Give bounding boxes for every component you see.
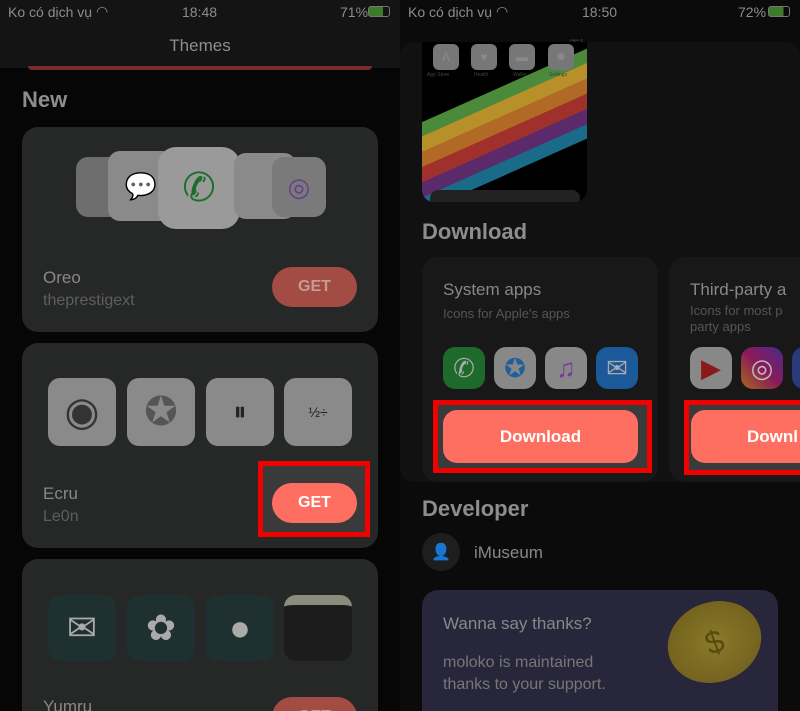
coin-icon: $ xyxy=(656,588,773,696)
time: 18:48 xyxy=(182,4,218,20)
banner-edge xyxy=(28,66,372,70)
youtube-icon: ▶ xyxy=(690,347,732,389)
right-screen: Ko có dịch vụ ◠ 18:50 72% Themes A ♥ ▬ ✹… xyxy=(400,0,800,711)
instagram-icon: ◎ xyxy=(741,347,783,389)
theme-author: theprestigext xyxy=(43,292,135,309)
thanks-line2: thanks to your support. xyxy=(443,676,606,693)
pack-title: System apps xyxy=(443,280,542,299)
dock xyxy=(430,190,580,202)
camera-icon: ◉ xyxy=(48,378,116,446)
theme-name: Oreo xyxy=(43,268,81,287)
download-system-apps-button[interactable]: Download xyxy=(443,410,638,463)
theme-card-oreo[interactable]: 💬 ✆ ☰ ◎ Oreo theprestigext GET xyxy=(22,127,378,332)
settings-icon: ✹ xyxy=(548,44,574,70)
theme-preview: A ♥ ▬ ✹ App Store Health Wallet Settings xyxy=(422,42,587,202)
icon-label: App Store xyxy=(427,72,450,78)
time: 18:50 xyxy=(582,4,618,20)
pack-subtitle: Icons for most p party apps xyxy=(690,303,783,334)
developer-heading: Developer xyxy=(422,496,529,521)
theme-name: Ecru xyxy=(43,484,78,503)
wifi-icon: ◠ xyxy=(496,3,509,19)
pack-title: Third-party a xyxy=(690,280,787,299)
nav-title: Themes xyxy=(169,36,231,55)
app-store-icon: A xyxy=(433,44,459,70)
photos-icon: ✿ xyxy=(127,595,195,661)
avatar[interactable]: 👤 xyxy=(422,533,460,571)
carrier: Ko có dịch vụ xyxy=(8,4,93,20)
get-button[interactable]: GET xyxy=(272,267,357,307)
battery-percent: 71% xyxy=(340,4,369,20)
icon-label: Settings xyxy=(549,72,568,78)
phone-icon: ✆ xyxy=(158,147,240,229)
podcasts-icon: ◎ xyxy=(272,157,326,217)
left-screen: Ko có dịch vụ ◠ 18:48 71% Themes New 💬 ✆… xyxy=(0,0,400,711)
theme-card-yumru[interactable]: ✉ ✿ ● Yumru GET xyxy=(22,559,378,711)
icon-label: Wallet xyxy=(513,72,527,78)
developer-name[interactable]: iMuseum xyxy=(474,543,543,563)
get-button[interactable]: GET xyxy=(272,697,357,711)
download-heading: Download xyxy=(422,219,528,244)
thanks-card[interactable]: Wanna say thanks? moloko is maintained t… xyxy=(422,588,778,711)
compass-icon: ✪ xyxy=(127,378,195,446)
music-player-icon: ⏸ xyxy=(206,378,274,446)
phone-icon: ✆ xyxy=(443,347,485,389)
wallet-icon xyxy=(284,595,352,661)
calculator-icon: ½÷ xyxy=(284,378,352,446)
section-title: New xyxy=(22,87,68,112)
theme-author: Le0n xyxy=(43,508,79,525)
carrier: Ko có dịch vụ xyxy=(408,4,493,20)
mail-icon: ✉ xyxy=(596,347,638,389)
battery-icon xyxy=(768,6,790,17)
mail-icon: ✉ xyxy=(48,595,116,661)
safari-icon: ✪ xyxy=(494,347,536,389)
app-icon xyxy=(792,347,800,389)
thanks-line1: moloko is maintained xyxy=(443,654,594,671)
thanks-title: Wanna say thanks? xyxy=(443,614,592,633)
wallet-icon: ▬ xyxy=(509,44,535,70)
wifi-icon: ◠ xyxy=(96,3,109,19)
download-third-party-button[interactable]: Downl xyxy=(691,410,800,463)
icon-label: Health xyxy=(474,72,489,78)
music-icon: ♫ xyxy=(545,347,587,389)
get-button-ecru[interactable]: GET xyxy=(272,483,357,523)
health-icon: ♥ xyxy=(471,44,497,70)
battery-percent: 72% xyxy=(738,4,767,20)
theme-name: Yumru xyxy=(43,697,93,711)
pack-subtitle: Icons for Apple's apps xyxy=(443,306,570,321)
messages-icon: ● xyxy=(206,595,274,661)
battery-icon xyxy=(368,6,390,17)
